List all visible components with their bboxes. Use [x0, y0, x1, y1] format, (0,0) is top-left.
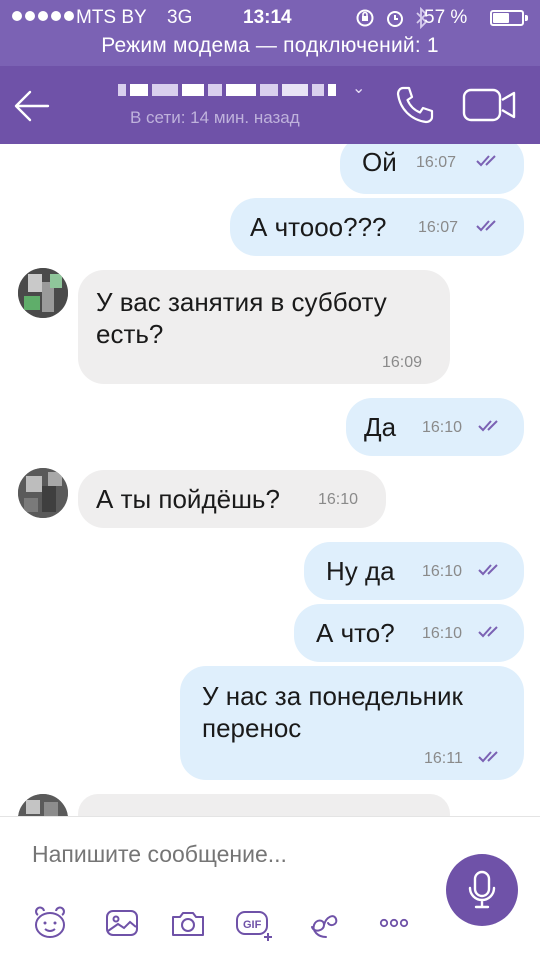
doodle-icon[interactable]	[304, 903, 344, 943]
status-bar: MTS BY 3G 13:14 57 % Режим модема — подк…	[0, 0, 540, 66]
message-composer: GIF	[0, 816, 540, 960]
outgoing-message[interactable]: А чтооо??? 16:07	[230, 198, 524, 256]
outgoing-message[interactable]: У нас за понедельник перенос 16:11	[180, 666, 524, 780]
message-text: А чтооо???	[250, 212, 387, 242]
hotspot-banner[interactable]: Режим модема — подключений: 1	[0, 34, 540, 58]
microphone-icon	[468, 870, 496, 909]
sender-avatar-blurred[interactable]	[18, 268, 68, 318]
message-text: У нас за понедельник перенос	[202, 681, 463, 743]
status-clock: 13:14	[243, 7, 292, 28]
contact-name-blurred[interactable]	[118, 78, 358, 102]
status-row: MTS BY 3G 13:14 57 %	[0, 0, 540, 34]
message-time: 16:07	[418, 219, 459, 236]
video-camera-icon	[462, 88, 516, 122]
double-check-icon	[478, 751, 498, 763]
back-button[interactable]	[8, 82, 56, 130]
alarm-icon	[387, 11, 403, 27]
message-text: А что?	[316, 618, 395, 648]
chevron-down-icon[interactable]: ⌄	[352, 78, 365, 98]
double-check-icon	[478, 626, 498, 638]
message-text: Да	[364, 412, 397, 442]
chat-header: ⌄ В сети: 14 мин. назад	[0, 66, 540, 144]
more-icon[interactable]	[374, 903, 414, 943]
message-time: 16:10	[422, 419, 463, 436]
message-time: 16:10	[422, 563, 463, 580]
message-time: 16:07	[416, 154, 457, 171]
double-check-icon	[478, 420, 498, 432]
incoming-message[interactable]: У вас занятия в субботу есть? 16:09	[78, 270, 450, 384]
outgoing-message[interactable]: А что? 16:10	[294, 604, 524, 662]
battery-percent: 57 %	[424, 7, 468, 28]
voice-message-button[interactable]	[446, 854, 518, 926]
message-time: 16:09	[382, 354, 423, 371]
sticker-icon[interactable]	[30, 903, 70, 943]
incoming-message[interactable]: А ты пойдёшь? 16:10	[78, 470, 386, 528]
outgoing-message[interactable]: Да 16:10	[346, 398, 524, 456]
message-text: У вас занятия в субботу есть?	[96, 287, 387, 349]
svg-text:GIF: GIF	[243, 919, 262, 931]
message-list[interactable]: Ой 16:07 А чтооо??? 16:07 У вас занятия …	[0, 144, 540, 816]
message-text: А ты пойдёшь?	[96, 484, 280, 514]
incoming-message-partial[interactable]	[78, 794, 450, 816]
camera-icon[interactable]	[168, 903, 208, 943]
message-input[interactable]	[32, 841, 412, 868]
carrier-name: MTS BY	[76, 7, 147, 28]
battery-icon	[490, 10, 528, 26]
call-button[interactable]	[392, 82, 438, 128]
status-icons	[355, 7, 429, 29]
video-call-button[interactable]	[460, 82, 520, 128]
double-check-icon	[478, 564, 498, 576]
message-text: Ой	[362, 147, 397, 177]
signal-strength-icon	[12, 11, 74, 21]
orientation-lock-icon	[356, 9, 374, 27]
double-check-icon	[476, 155, 496, 167]
double-check-icon	[476, 220, 496, 232]
outgoing-message[interactable]: Ну да 16:10	[304, 542, 524, 600]
message-time: 16:10	[422, 625, 463, 642]
gallery-icon[interactable]	[102, 903, 142, 943]
message-time: 16:10	[318, 491, 359, 508]
outgoing-message[interactable]: Ой 16:07	[340, 144, 524, 194]
message-time: 16:11	[424, 750, 463, 767]
sender-avatar-blurred[interactable]	[18, 468, 68, 518]
message-text: Ну да	[326, 556, 395, 586]
back-arrow-icon	[14, 90, 50, 122]
network-type: 3G	[167, 7, 193, 28]
last-seen-status: В сети: 14 мин. назад	[130, 108, 300, 127]
sender-avatar-blurred[interactable]	[18, 794, 68, 816]
phone-icon	[396, 86, 434, 124]
gif-icon[interactable]: GIF	[234, 903, 274, 943]
